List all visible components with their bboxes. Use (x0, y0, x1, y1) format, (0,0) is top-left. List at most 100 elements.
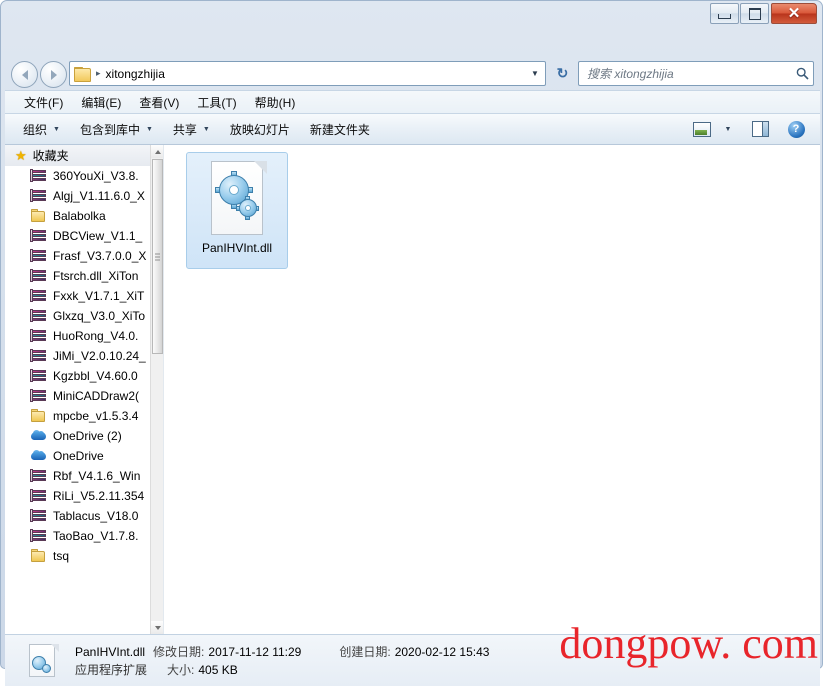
scroll-down-button[interactable] (151, 621, 163, 634)
sidebar-item-rili[interactable]: RiLi_V5.2.11.354 (5, 486, 151, 506)
sidebar-item-label: Rbf_V4.1.6_Win (53, 469, 141, 483)
forward-button[interactable] (40, 61, 67, 88)
archive-icon (30, 169, 47, 183)
details-row-2: 应用程序扩展 大小: 405 KB (75, 661, 489, 679)
sidebar-item-rbf[interactable]: Rbf_V4.1.6_Win (5, 466, 151, 486)
chevron-down-icon: ▼ (724, 125, 732, 133)
archive-icon (30, 489, 47, 503)
archive-icon (30, 369, 47, 383)
sidebar-item-jimi[interactable]: JiMi_V2.0.10.24_ (5, 346, 151, 366)
sidebar-item-label: DBCView_V1.1_ (53, 229, 143, 243)
sidebar-item-glxzq[interactable]: Glxzq_V3.0_XiTo (5, 306, 151, 326)
menu-item-tools[interactable]: 工具(T) (188, 92, 245, 113)
file-item-panihvint-dll[interactable]: PanIHVInt.dll (186, 152, 288, 269)
sidebar-item-taobao[interactable]: TaoBao_V1.7.8. (5, 526, 151, 546)
sidebar-item-ftsrch[interactable]: Ftsrch.dll_XiTon (5, 266, 151, 286)
maximize-button[interactable] (740, 3, 769, 24)
sidebar-item-onedrive[interactable]: OneDrive (5, 446, 151, 466)
sidebar-item-label: Frasf_V3.7.0.0_X (53, 249, 147, 263)
view-layout-icon (693, 121, 711, 137)
sidebar-item-label: Algj_V1.11.6.0_X (53, 189, 145, 203)
menu-item-help[interactable]: 帮助(H) (246, 92, 305, 113)
search-input[interactable] (585, 65, 791, 82)
refresh-icon: ↻ (556, 65, 569, 81)
search-icon[interactable] (791, 62, 813, 85)
cloud-icon (31, 429, 47, 443)
sidebar-item-minicaddraw[interactable]: MiniCADDraw2( (5, 386, 151, 406)
sidebar-item-tsq[interactable]: tsq (5, 546, 151, 566)
chevron-down-icon: ▼ (53, 125, 60, 133)
preview-pane-button[interactable] (746, 117, 774, 141)
archive-icon (30, 329, 47, 343)
address-dropdown-icon[interactable]: ▼ (525, 62, 545, 85)
address-bar[interactable]: ▸ xitongzhijia ▼ (69, 61, 546, 86)
file-size-value: 405 KB (198, 663, 238, 677)
file-type-value: 应用程序扩展 (75, 663, 148, 677)
sidebar-item-label: MiniCADDraw2( (53, 389, 140, 403)
forward-arrow-icon (50, 69, 57, 80)
explorer-window: ✕ ▼ ▸ xitongzhijia ▼ (0, 0, 823, 686)
scrollbar-thumb[interactable] (152, 159, 163, 354)
favorites-label: 收藏夹 (32, 149, 69, 163)
sidebar-item-label: TaoBao_V1.7.8. (53, 529, 139, 543)
sidebar-item-dbcview[interactable]: DBCView_V1.1_ (5, 226, 151, 246)
sidebar-item-label: OneDrive (2) (53, 429, 122, 443)
chevron-down-icon: ▼ (145, 125, 153, 133)
sidebar-item-algj[interactable]: Algj_V1.11.6.0_X (5, 186, 151, 206)
minimize-icon (718, 13, 731, 19)
created-date-label: 创建日期: (339, 645, 391, 659)
breadcrumb-path[interactable]: xitongzhijia (106, 67, 165, 81)
close-icon: ✕ (787, 5, 801, 22)
organize-button[interactable]: 组织 ▼ (13, 117, 70, 142)
sidebar-item-balabolka[interactable]: Balabolka (5, 206, 151, 226)
close-button[interactable]: ✕ (771, 3, 817, 24)
menu-item-edit[interactable]: 编辑(E) (72, 92, 130, 113)
sidebar-item-mpcbe[interactable]: mpcbe_v1.5.3.4 (5, 406, 151, 426)
archive-icon (30, 229, 47, 243)
sidebar-item-360youxi[interactable]: 360YouXi_V3.8. (5, 166, 151, 186)
minimize-button[interactable] (710, 3, 739, 24)
navigation-pane-scrollbar[interactable] (150, 145, 163, 634)
favorites-header[interactable]: ★ 收藏夹 (5, 145, 151, 166)
sidebar-item-label: HuoRong_V4.0. (53, 329, 139, 343)
sidebar-item-label: Balabolka (53, 209, 106, 223)
navigation-pane: ★ 收藏夹 360YouXi_V3.8. Algj_V1.11.6.0_X Ba… (5, 145, 164, 634)
archive-icon (30, 509, 47, 523)
file-size-label: 大小: (167, 663, 195, 677)
archive-icon (30, 189, 47, 203)
sidebar-item-huorong[interactable]: HuoRong_V4.0. (5, 326, 151, 346)
sidebar-item-fxxk[interactable]: Fxxk_V1.7.1_XiT (5, 286, 151, 306)
share-label: 共享 (172, 122, 197, 137)
new-folder-button[interactable]: 新建文件夹 (300, 117, 380, 142)
scroll-up-button[interactable] (151, 145, 163, 158)
archive-icon (30, 269, 47, 283)
new-folder-label: 新建文件夹 (309, 122, 370, 137)
slideshow-label: 放映幻灯片 (229, 122, 290, 137)
search-box[interactable] (578, 61, 814, 86)
file-list-view[interactable]: PanIHVInt.dll (164, 145, 820, 634)
menu-item-view[interactable]: 查看(V) (130, 92, 188, 113)
folder-icon (31, 209, 47, 223)
sidebar-item-kgzbbl[interactable]: Kgzbbl_V4.60.0 (5, 366, 151, 386)
folder-icon (31, 549, 47, 563)
sidebar-item-onedrive-2[interactable]: OneDrive (2) (5, 426, 151, 446)
help-button[interactable]: ? (782, 117, 810, 141)
menu-item-file[interactable]: 文件(F) (15, 92, 72, 113)
change-view-button[interactable] (688, 117, 716, 141)
change-view-dropdown[interactable]: ▼ (716, 117, 734, 141)
details-row-1: PanIHVInt.dll 修改日期: 2017-11-12 11:29 创建日… (75, 643, 489, 661)
help-icon: ? (787, 120, 805, 138)
address-bar-row: ▼ ▸ xitongzhijia ▼ ↻ (5, 57, 820, 90)
slideshow-button[interactable]: 放映幻灯片 (220, 117, 300, 142)
archive-icon (30, 309, 47, 323)
preview-pane-icon (751, 121, 769, 137)
sidebar-item-tablacus[interactable]: Tablacus_V18.0 (5, 506, 151, 526)
sidebar-item-frasf[interactable]: Frasf_V3.7.0.0_X (5, 246, 151, 266)
chevron-down-icon: ▼ (202, 125, 210, 133)
cloud-icon (31, 449, 47, 463)
share-button[interactable]: 共享 ▼ (163, 117, 220, 142)
include-in-library-button[interactable]: 包含到库中 ▼ (70, 117, 163, 142)
refresh-button[interactable]: ↻ (550, 61, 575, 86)
back-button[interactable] (11, 61, 38, 88)
archive-icon (30, 529, 47, 543)
